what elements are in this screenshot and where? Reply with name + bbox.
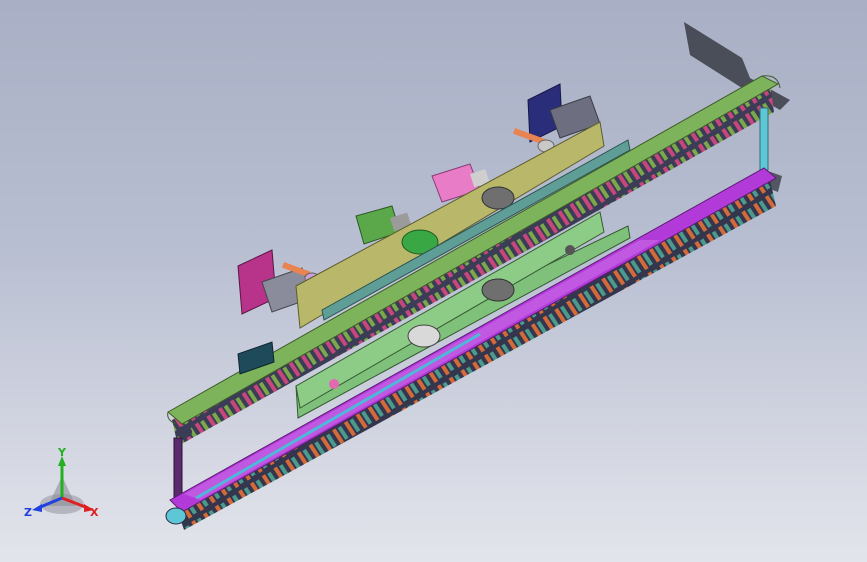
z-axis-label: Z	[24, 506, 32, 519]
cad-viewport[interactable]: Y X Z	[0, 0, 867, 562]
y-axis-label: Y	[57, 446, 67, 459]
cyan-post	[759, 107, 769, 171]
x-axis-label: X	[90, 506, 99, 519]
z-axis-arrow	[32, 504, 42, 512]
coordinate-triad: Y X Z	[24, 446, 99, 519]
cad-model-scene[interactable]	[0, 0, 867, 562]
